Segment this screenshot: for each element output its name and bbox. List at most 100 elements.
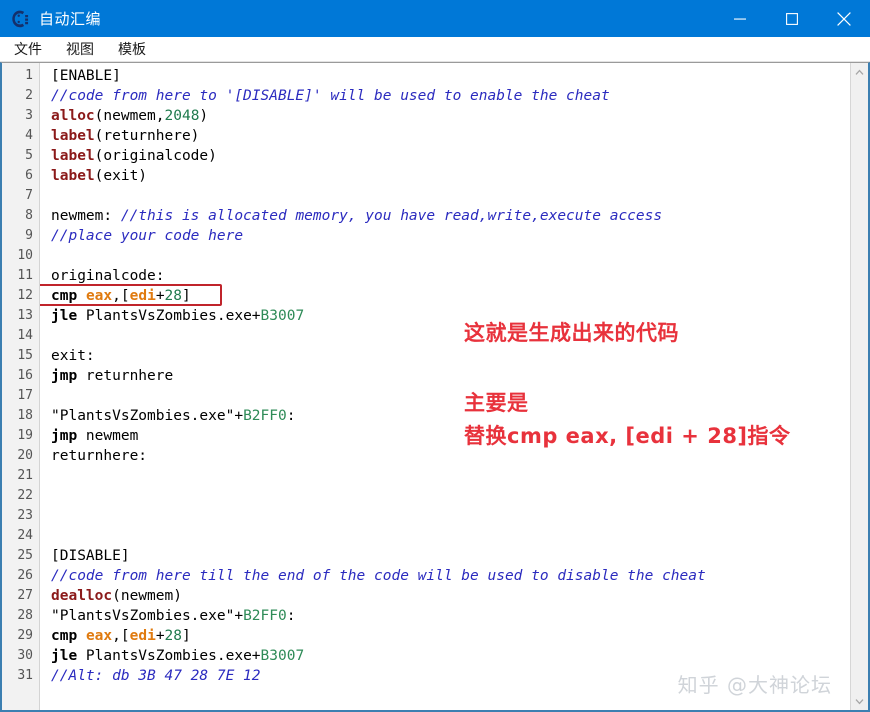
scroll-down-button[interactable] bbox=[851, 692, 868, 710]
close-button[interactable] bbox=[818, 0, 870, 37]
code-token: edi bbox=[129, 288, 156, 304]
code-line[interactable] bbox=[51, 526, 850, 546]
maximize-button[interactable] bbox=[766, 0, 818, 37]
line-number: 22 bbox=[17, 488, 33, 503]
line-number: 21 bbox=[17, 468, 33, 483]
code-token: (originalcode) bbox=[94, 148, 217, 164]
minimize-icon bbox=[734, 18, 746, 20]
line-number: 1 bbox=[25, 68, 33, 83]
line-number: 31 bbox=[17, 668, 33, 683]
line-number: 20 bbox=[17, 448, 33, 463]
window-title: 自动汇编 bbox=[39, 10, 102, 28]
line-number: 28 bbox=[17, 608, 33, 623]
code-token: exit: bbox=[51, 348, 95, 364]
code-line[interactable] bbox=[51, 506, 850, 526]
code-line[interactable] bbox=[51, 386, 850, 406]
code-token: (returnhere) bbox=[94, 128, 200, 144]
code-token: : bbox=[286, 608, 296, 624]
line-number: 14 bbox=[17, 328, 33, 343]
annotation-replace-instruction: 替换cmp eax, [edi + 28]指令 bbox=[464, 424, 791, 448]
code-token: B3007 bbox=[260, 648, 305, 664]
code-token: returnhere bbox=[77, 368, 174, 384]
line-number: 7 bbox=[25, 188, 33, 203]
code-token: //code from here to '[DISABLE]' will be … bbox=[51, 88, 610, 104]
code-line[interactable] bbox=[51, 466, 850, 486]
line-number: 6 bbox=[25, 168, 33, 183]
code-line[interactable]: cmp eax,[edi+28] bbox=[51, 286, 850, 306]
line-number: 10 bbox=[17, 248, 33, 263]
code-token: label bbox=[51, 148, 95, 164]
annotation-main-point: 主要是 bbox=[464, 391, 529, 415]
code-token: newmem bbox=[77, 428, 139, 444]
code-editor: 1 2 3 4 5 6 7 8 9 10 11 12 13 14 15 16 17 18 19 20 21 22 23 24 2… bbox=[0, 62, 870, 712]
code-line[interactable]: alloc(newmem,2048) bbox=[51, 106, 850, 126]
code-token: dealloc bbox=[51, 588, 113, 604]
line-number: 18 bbox=[17, 408, 33, 423]
code-token: PlantsVsZombies.exe+ bbox=[77, 648, 261, 664]
code-line[interactable]: //code from here to '[DISABLE]' will be … bbox=[51, 86, 850, 106]
code-token: (newmem) bbox=[112, 588, 182, 604]
code-line[interactable]: exit: bbox=[51, 346, 850, 366]
menu-item-view[interactable]: 视图 bbox=[56, 37, 104, 61]
code-line[interactable] bbox=[51, 186, 850, 206]
line-number: 4 bbox=[25, 128, 33, 143]
code-line[interactable]: originalcode: bbox=[51, 266, 850, 286]
code-token: ] bbox=[182, 288, 191, 304]
code-token: ) bbox=[199, 108, 209, 124]
auto-assembler-window: 自动汇编 文件 视图 模板 12345678910 11 12 13 14 15… bbox=[0, 0, 870, 712]
code-line[interactable]: [DISABLE] bbox=[51, 546, 850, 566]
code-token: //this is allocated memory, you have rea… bbox=[120, 208, 663, 224]
code-token: eax bbox=[85, 288, 113, 304]
watermark: 知乎 @大神论坛 bbox=[677, 673, 832, 697]
line-number: 27 bbox=[17, 588, 33, 603]
code-token: label bbox=[51, 168, 95, 184]
code-line[interactable]: dealloc(newmem) bbox=[51, 586, 850, 606]
line-number: 19 bbox=[17, 428, 33, 443]
line-number-gutter: 1 2 3 4 5 6 7 8 9 10 11 12 13 14 15 16 17 18 19 20 21 22 23 24 2… bbox=[2, 63, 40, 710]
code-line[interactable]: label(exit) bbox=[51, 166, 850, 186]
code-token: originalcode: bbox=[51, 268, 165, 284]
code-token: //code from here till the end of the cod… bbox=[51, 568, 706, 584]
code-line[interactable]: label(returnhere) bbox=[51, 126, 850, 146]
code-token: (exit) bbox=[94, 168, 148, 184]
scroll-up-button[interactable] bbox=[851, 63, 868, 81]
code-token: [ENABLE] bbox=[51, 68, 121, 84]
code-token: label bbox=[51, 128, 95, 144]
line-number: 23 bbox=[17, 508, 33, 523]
code-token: "PlantsVsZombies.exe"+ bbox=[51, 408, 244, 424]
close-icon bbox=[837, 11, 851, 26]
line-number: 2 bbox=[25, 88, 33, 103]
code-text-area[interactable]: [ENABLE] //code from here to '[DISABLE]' … bbox=[40, 63, 850, 710]
maximize-icon bbox=[786, 12, 798, 25]
line-number: 17 bbox=[17, 388, 33, 403]
annotation-generated-code: 这就是生成出来的代码 bbox=[464, 321, 679, 345]
code-line[interactable]: //code from here till the end of the cod… bbox=[51, 566, 850, 586]
code-line[interactable]: jle PlantsVsZombies.exe+B3007 bbox=[51, 646, 850, 666]
line-number: 15 bbox=[17, 348, 33, 363]
code-line[interactable]: jle PlantsVsZombies.exe+B3007 bbox=[51, 306, 850, 326]
line-number: 25 bbox=[17, 548, 33, 563]
cheat-engine-logo-icon bbox=[12, 10, 29, 27]
code-token: eax bbox=[85, 628, 113, 644]
line-number: 9 bbox=[25, 228, 33, 243]
code-line[interactable]: //place your code here bbox=[51, 226, 850, 246]
vertical-scrollbar[interactable] bbox=[850, 63, 868, 710]
menu-item-template[interactable]: 模板 bbox=[108, 37, 156, 61]
code-line[interactable] bbox=[51, 326, 850, 346]
code-token: //place your code here bbox=[51, 228, 244, 244]
code-token: cmp bbox=[51, 288, 78, 304]
code-line[interactable]: jmp returnhere bbox=[51, 366, 850, 386]
code-line[interactable]: newmem: //this is allocated memory, you … bbox=[51, 206, 850, 226]
code-line[interactable] bbox=[51, 486, 850, 506]
chevron-down-icon bbox=[855, 698, 864, 704]
minimize-button[interactable] bbox=[714, 0, 766, 37]
code-line[interactable]: [ENABLE] bbox=[51, 66, 850, 86]
code-line[interactable]: label(originalcode) bbox=[51, 146, 850, 166]
code-line[interactable] bbox=[51, 246, 850, 266]
code-line[interactable]: "PlantsVsZombies.exe"+B2FF0: bbox=[51, 606, 850, 626]
menu-item-file[interactable]: 文件 bbox=[4, 37, 52, 61]
code-token: 2048 bbox=[164, 108, 200, 124]
code-line[interactable]: cmp eax,[edi+28] bbox=[51, 626, 850, 646]
code-token: jmp bbox=[51, 368, 78, 384]
